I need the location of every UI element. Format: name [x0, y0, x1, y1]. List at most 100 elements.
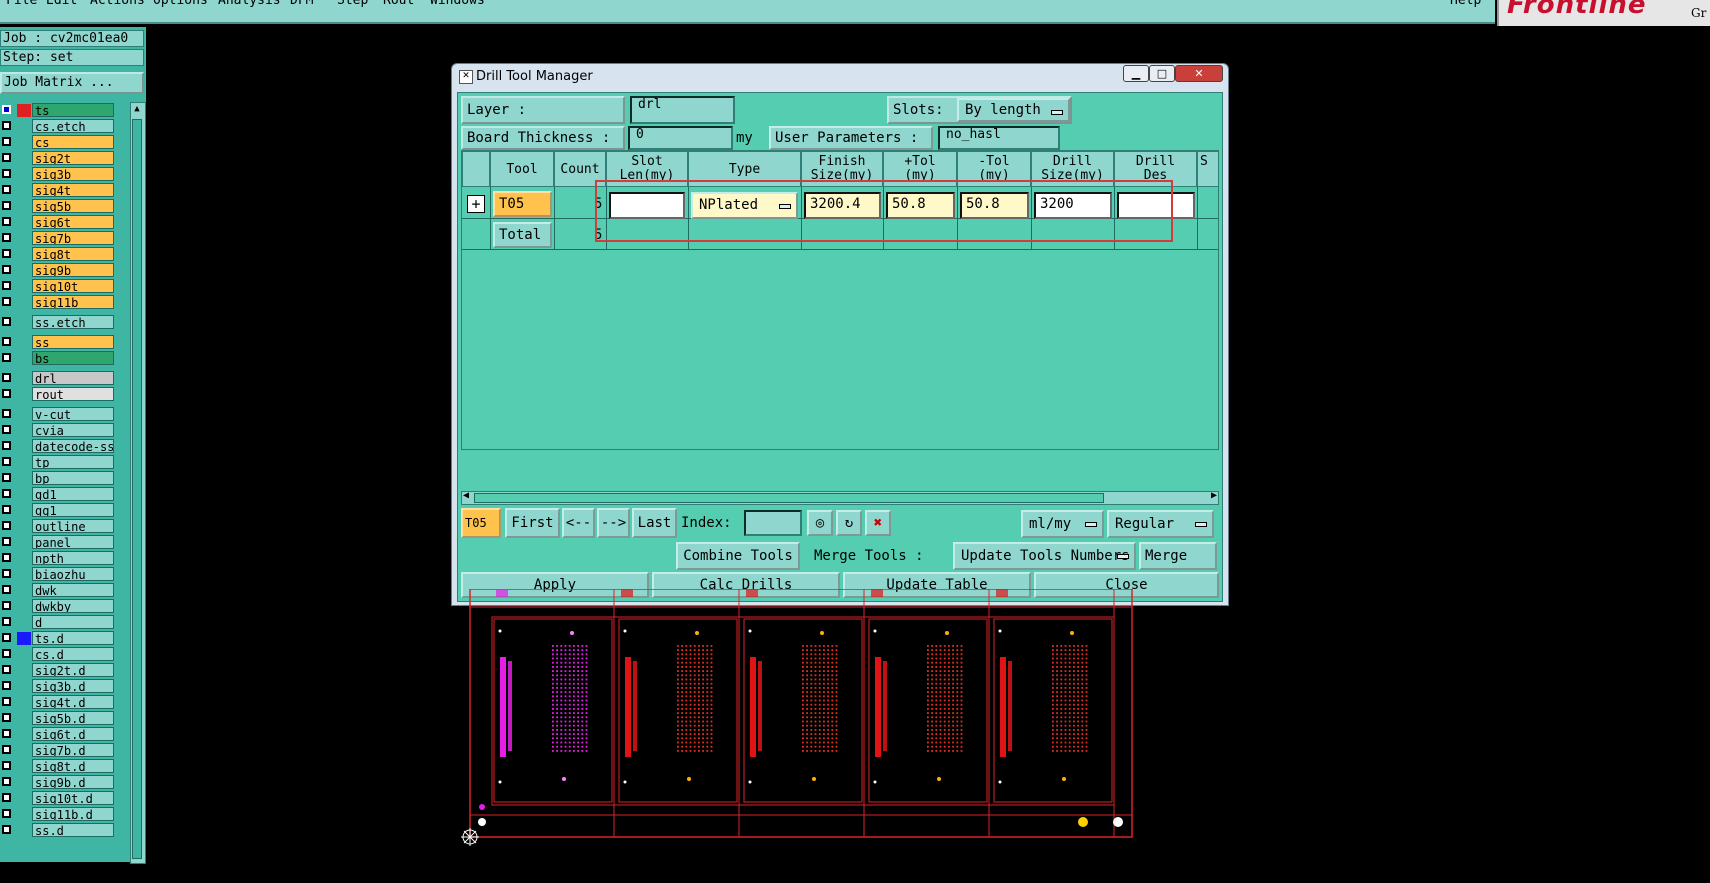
prev-button[interactable]: <-- [562, 508, 595, 538]
user-parameters-input[interactable]: no_hasl [938, 126, 1060, 150]
layer-row[interactable]: ss.etch [0, 315, 117, 330]
next-button[interactable]: --> [597, 508, 630, 538]
layer-checkbox[interactable] [2, 373, 11, 382]
layer-checkbox[interactable] [2, 553, 11, 562]
table-scroll-thumb[interactable] [474, 493, 1104, 503]
layer-checkbox[interactable] [2, 409, 11, 418]
layer-row[interactable]: sig10t [0, 279, 117, 294]
layer-checkbox[interactable] [2, 353, 11, 362]
layer-checkbox[interactable] [2, 389, 11, 398]
layer-checkbox[interactable] [2, 825, 11, 834]
layer-checkbox[interactable] [2, 265, 11, 274]
layer-row[interactable]: dwkby [0, 599, 117, 614]
maximize-button[interactable]: □ [1149, 65, 1175, 82]
layer-row[interactable]: gg1 [0, 503, 117, 518]
layer-name[interactable]: sig11b.d [32, 807, 114, 821]
layer-name[interactable]: sig8t.d [32, 759, 114, 773]
dialog-titlebar[interactable]: ✕ Drill Tool Manager ▁ □ ✕ [452, 64, 1228, 89]
layer-name[interactable]: outline [32, 519, 114, 533]
menu-dfm[interactable]: DFM [290, 0, 313, 8]
combine-tools-button[interactable]: Combine Tools [676, 542, 800, 570]
layer-row[interactable]: sig4t [0, 183, 117, 198]
layer-checkbox[interactable] [2, 425, 11, 434]
layer-input[interactable]: drl [630, 96, 735, 124]
layer-name[interactable]: sig10t [32, 279, 114, 293]
layer-row[interactable]: npth [0, 551, 117, 566]
layer-row[interactable]: panel [0, 535, 117, 550]
layer-checkbox[interactable] [2, 201, 11, 210]
layer-row[interactable]: ts [0, 103, 117, 118]
layer-scrollbar[interactable]: ▲ [130, 102, 146, 864]
layer-checkbox[interactable] [2, 569, 11, 578]
layer-row[interactable]: v-cut [0, 407, 117, 422]
layer-name[interactable]: sig4t.d [32, 695, 114, 709]
layer-checkbox[interactable] [2, 249, 11, 258]
scroll-right-arrow-icon[interactable]: ▶ [1211, 490, 1217, 501]
scroll-up-arrow-icon[interactable]: ▲ [131, 103, 143, 115]
tool-t05-button[interactable]: T05 [493, 191, 552, 217]
layer-name[interactable]: ss [32, 335, 114, 349]
layer-row[interactable]: sig7b [0, 231, 117, 246]
layer-color-swatch[interactable] [17, 632, 31, 645]
layer-row[interactable]: ts.d [0, 631, 117, 646]
layer-checkbox[interactable] [2, 521, 11, 530]
layer-checkbox[interactable] [2, 761, 11, 770]
layer-name[interactable]: sig8t [32, 247, 114, 261]
layer-row[interactable]: sig11b.d [0, 807, 117, 822]
layer-checkbox[interactable] [2, 281, 11, 290]
layer-row[interactable]: sig11b [0, 295, 117, 310]
layer-checkbox[interactable] [2, 297, 11, 306]
layer-checkbox[interactable] [2, 233, 11, 242]
layer-name[interactable]: sig2t [32, 151, 114, 165]
layer-row[interactable]: outline [0, 519, 117, 534]
layer-checkbox[interactable] [2, 169, 11, 178]
layer-checkbox[interactable] [2, 649, 11, 658]
minimize-button[interactable]: ▁ [1123, 65, 1149, 82]
layer-row[interactable]: cs [0, 135, 117, 150]
layer-name[interactable]: sig7b.d [32, 743, 114, 757]
layer-checkbox[interactable] [2, 505, 11, 514]
menu-options[interactable]: Options [153, 0, 208, 8]
layer-row[interactable]: rout [0, 387, 117, 402]
scroll-thumb[interactable] [132, 119, 142, 859]
layer-name[interactable]: gd1 [32, 487, 114, 501]
layer-row[interactable]: gd1 [0, 487, 117, 502]
layer-name[interactable]: rout [32, 387, 114, 401]
layer-row[interactable]: drl [0, 371, 117, 386]
layer-row[interactable]: sig10t.d [0, 791, 117, 806]
board-thickness-input[interactable]: 0 [628, 126, 733, 150]
layer-checkbox[interactable] [2, 441, 11, 450]
delete-button[interactable]: ✖ [865, 510, 891, 536]
slots-select[interactable]: By length [957, 98, 1070, 122]
layer-name[interactable]: dwk [32, 583, 114, 597]
search-tool-button[interactable]: ◎ [807, 510, 833, 536]
layer-row[interactable]: sig8t [0, 247, 117, 262]
layer-name[interactable]: biaozhu [32, 567, 114, 581]
layer-name[interactable]: bs [32, 351, 114, 365]
menu-rout[interactable]: Rout [383, 0, 414, 8]
layer-row[interactable]: sig2t [0, 151, 117, 166]
mode-select[interactable]: Regular [1107, 510, 1214, 538]
layer-checkbox[interactable] [2, 601, 11, 610]
layer-name[interactable]: sig3b.d [32, 679, 114, 693]
layer-row[interactable]: sig9b [0, 263, 117, 278]
layer-checkbox[interactable] [2, 537, 11, 546]
layer-row[interactable]: cs.d [0, 647, 117, 662]
layer-name[interactable]: sig10t.d [32, 791, 114, 805]
layer-row[interactable]: bs [0, 351, 117, 366]
menu-file[interactable]: File [6, 0, 37, 8]
layer-name[interactable]: cvia [32, 423, 114, 437]
layer-name[interactable]: sig11b [32, 295, 114, 309]
layer-name[interactable]: sig9b.d [32, 775, 114, 789]
layer-name[interactable]: cs.etch [32, 119, 114, 133]
layer-name[interactable]: sig6t [32, 215, 114, 229]
layer-name[interactable]: drl [32, 371, 114, 385]
layer-checkbox[interactable] [2, 777, 11, 786]
layer-row[interactable]: cs.etch [0, 119, 117, 134]
layer-checkbox[interactable] [2, 337, 11, 346]
layer-row[interactable]: sig2t.d [0, 663, 117, 678]
layer-checkbox[interactable] [2, 633, 11, 642]
layer-row[interactable]: tp [0, 455, 117, 470]
layer-checkbox[interactable] [2, 105, 11, 114]
layer-checkbox[interactable] [2, 697, 11, 706]
